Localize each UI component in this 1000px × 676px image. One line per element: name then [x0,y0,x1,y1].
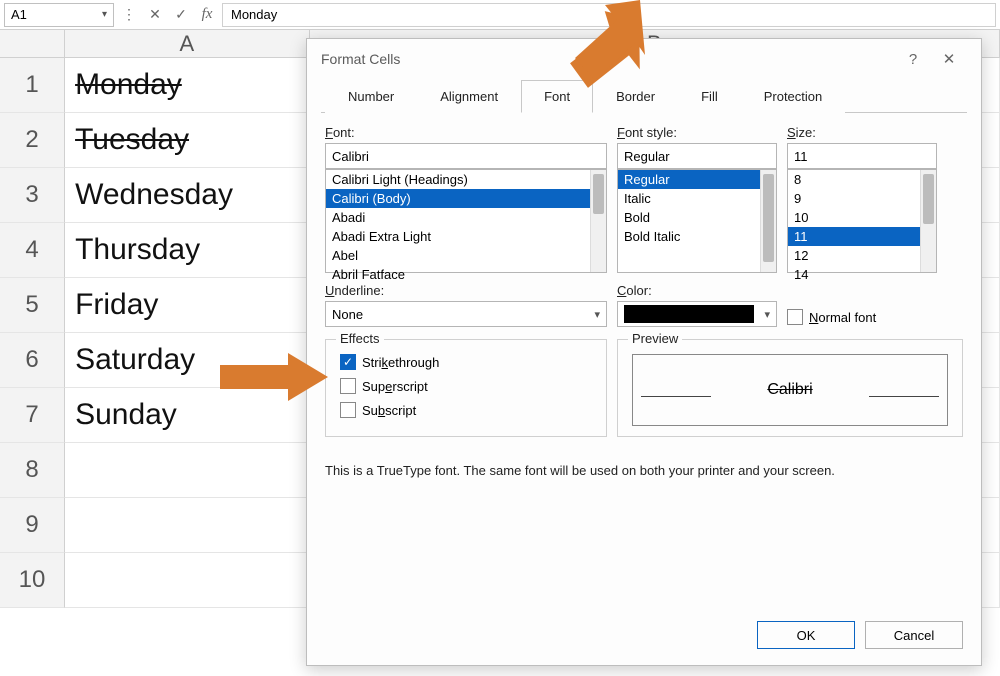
ok-button[interactable]: OK [757,621,855,649]
list-item[interactable]: Abril Fatface [326,265,606,284]
list-item[interactable]: Bold Italic [618,227,776,246]
help-icon[interactable]: ? [895,51,931,68]
name-box[interactable]: A1 ▾ [4,3,114,27]
chevron-down-icon[interactable]: ▾ [102,9,107,20]
row-header[interactable]: 6 [0,333,65,388]
list-item[interactable]: Abadi [326,208,606,227]
underline-select[interactable]: None ▾ [325,301,607,327]
list-item[interactable]: 14 [788,265,936,284]
row-header[interactable]: 9 [0,498,65,553]
effects-title: Effects [336,331,384,346]
confirm-formula-icon[interactable]: ✓ [170,4,192,26]
list-item[interactable]: 8 [788,170,936,189]
close-icon[interactable]: ✕ [931,50,967,68]
tab-alignment[interactable]: Alignment [417,80,521,113]
row-header[interactable]: 10 [0,553,65,608]
list-item[interactable]: Italic [618,189,776,208]
checkbox-icon [340,402,356,418]
checkbox-checked-icon: ✓ [340,354,356,370]
column-header[interactable]: A [65,30,310,58]
row-header[interactable]: 2 [0,113,65,168]
tab-fill[interactable]: Fill [678,80,741,113]
list-item[interactable]: Calibri Light (Headings) [326,170,606,189]
preview-text: Calibri [767,381,812,399]
cell[interactable] [65,553,310,608]
scrollbar[interactable] [760,170,776,272]
format-cells-dialog: Format Cells ? ✕ NumberAlignmentFontBord… [306,38,982,666]
cell[interactable]: Thursday [65,223,310,278]
cancel-formula-icon[interactable]: ✕ [144,4,166,26]
row-header[interactable]: 5 [0,278,65,333]
scrollbar[interactable] [920,170,936,272]
list-item[interactable]: Regular [618,170,776,189]
underline-label: Underline: [325,283,607,298]
font-style-label: Font style: [617,125,777,140]
font-label: Font: [325,125,607,140]
row-header[interactable]: 7 [0,388,65,443]
color-label: Color: [617,283,777,298]
row-header[interactable]: 8 [0,443,65,498]
size-label: Size: [787,125,937,140]
strikethrough-checkbox[interactable]: ✓ Strikethrough [340,354,592,370]
preview-box: Calibri [632,354,948,426]
name-box-value: A1 [11,7,27,22]
font-panel: Font: Calibri Calibri Light (Headings)Ca… [307,113,981,609]
scrollbar[interactable] [590,170,606,272]
tab-protection[interactable]: Protection [741,80,846,113]
checkbox-icon [787,309,803,325]
size-input[interactable]: 11 [787,143,937,169]
checkbox-icon [340,378,356,394]
preview-title: Preview [628,331,682,346]
cell[interactable]: Monday [65,58,310,113]
formula-value: Monday [231,7,277,22]
cancel-button[interactable]: Cancel [865,621,963,649]
color-select[interactable]: ▾ [617,301,777,327]
list-item[interactable]: Abadi Extra Light [326,227,606,246]
list-item[interactable]: 11 [788,227,936,246]
chevron-down-icon: ▾ [764,308,770,321]
list-item[interactable]: Bold [618,208,776,227]
chevron-down-icon: ▾ [594,308,600,321]
color-swatch [624,305,754,323]
font-listbox[interactable]: Calibri Light (Headings)Calibri (Body)Ab… [325,169,607,273]
arrow-annotation-icon [220,353,330,403]
cell[interactable] [65,443,310,498]
list-item[interactable]: 12 [788,246,936,265]
superscript-checkbox[interactable]: Superscript [340,378,592,394]
cell[interactable]: Wednesday [65,168,310,223]
font-style-listbox[interactable]: RegularItalicBoldBold Italic [617,169,777,273]
list-item[interactable]: Abel [326,246,606,265]
font-style-input[interactable]: Regular [617,143,777,169]
tab-number[interactable]: Number [325,80,417,113]
effects-group: Effects ✓ Strikethrough Superscript Subs… [325,339,607,437]
list-item[interactable]: Calibri (Body) [326,189,606,208]
list-item[interactable]: 9 [788,189,936,208]
subscript-checkbox[interactable]: Subscript [340,402,592,418]
list-item[interactable]: 10 [788,208,936,227]
formula-bar: A1 ▾ ⋮ ✕ ✓ fx Monday [0,0,1000,30]
vertical-divider-icon: ⋮ [118,4,140,26]
dialog-buttons: OK Cancel [307,609,981,665]
arrow-annotation-icon [540,0,650,100]
size-listbox[interactable]: 8910111214 [787,169,937,273]
font-footnote: This is a TrueType font. The same font w… [325,463,963,478]
cell[interactable]: Tuesday [65,113,310,168]
preview-group: Preview Calibri [617,339,963,437]
cell[interactable]: Friday [65,278,310,333]
row-header[interactable]: 3 [0,168,65,223]
font-input[interactable]: Calibri [325,143,607,169]
select-all-corner[interactable] [0,30,65,58]
row-header[interactable]: 1 [0,58,65,113]
cell[interactable] [65,498,310,553]
normal-font-checkbox[interactable]: Normal font [787,309,876,325]
fx-icon[interactable]: fx [196,4,218,26]
row-header[interactable]: 4 [0,223,65,278]
